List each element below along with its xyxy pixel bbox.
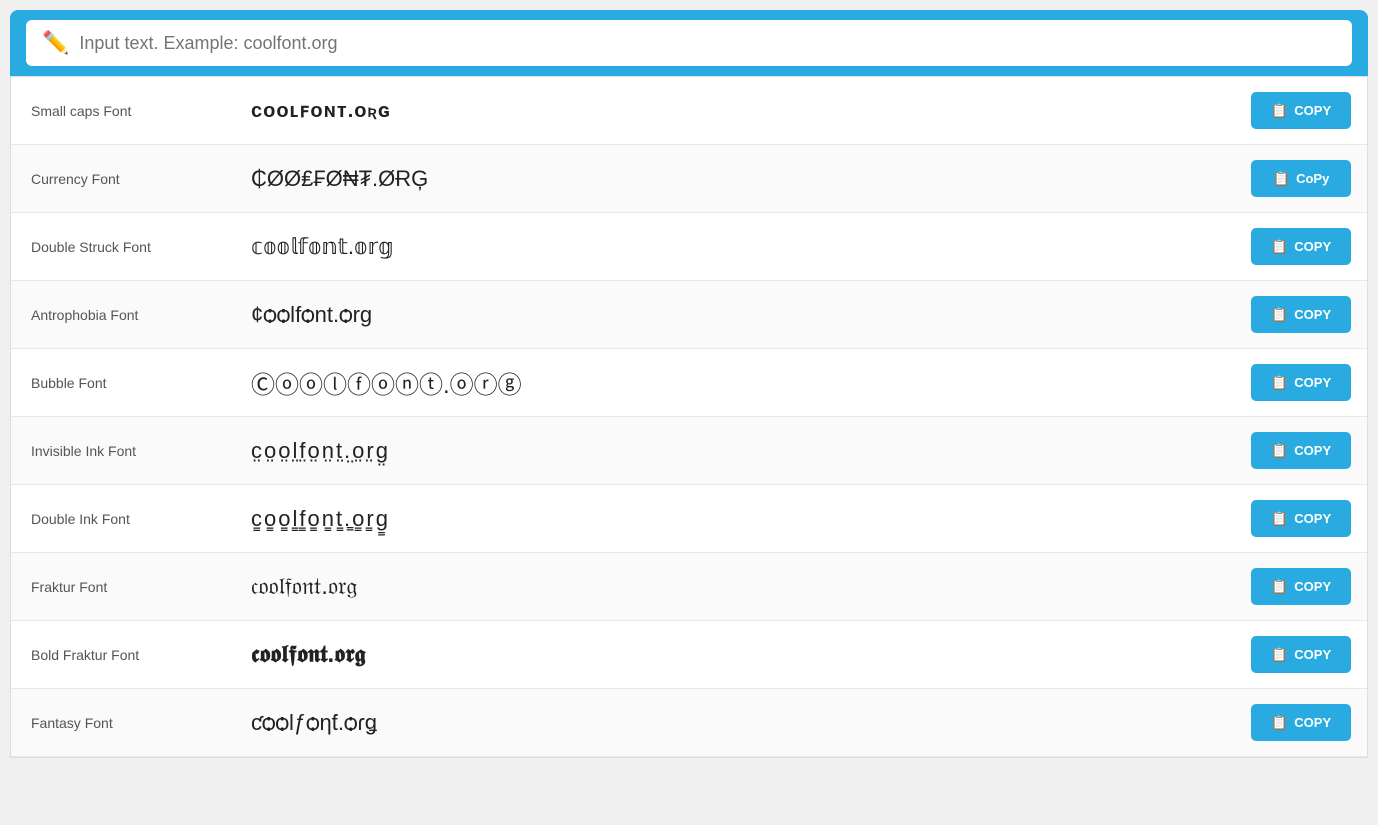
- copy-button[interactable]: 📋 COPY: [1251, 704, 1351, 741]
- font-label: Double Ink Font: [11, 495, 231, 543]
- font-preview: 𝔠𝔬𝔬𝔩𝔣𝔬𝔫𝔱.𝔬𝔯𝔤: [231, 557, 1235, 617]
- header: ✏️: [10, 10, 1368, 76]
- table-row: Currency Font₵ØØ₤₣Ø₦₮.ØɌĢ 📋 CoPy: [11, 145, 1367, 213]
- copy-button[interactable]: 📋 COPY: [1251, 296, 1351, 333]
- font-preview: ₵ØØ₤₣Ø₦₮.ØɌĢ: [231, 150, 1235, 208]
- font-preview: c̤o̤o̤l̤f̤o̤n̤t̤.̤o̤r̤g̤: [231, 422, 1235, 480]
- table-row: Antrophobia Font¢ѻѻlfѻnt.ѻrg 📋 COPY: [11, 281, 1367, 349]
- copy-label: COPY: [1294, 239, 1331, 254]
- table-row: Fantasy FontƈѻѻƖƒѻƞƭ.ѻɾǥ 📋 COPY: [11, 689, 1367, 757]
- font-preview: ¢ѻѻlfѻnt.ѻrg: [231, 286, 1235, 344]
- copy-icon: 📋: [1271, 510, 1288, 527]
- table-row: Invisible Ink Fontc̤o̤o̤l̤f̤o̤n̤t̤.̤o̤r̤…: [11, 417, 1367, 485]
- copy-icon: 📋: [1271, 646, 1288, 663]
- font-label: Antrophobia Font: [11, 291, 231, 339]
- copy-icon: 📋: [1271, 442, 1288, 459]
- copy-button[interactable]: 📋 CoPy: [1251, 160, 1351, 197]
- copy-icon: 📋: [1271, 238, 1288, 255]
- copy-button[interactable]: 📋 COPY: [1251, 432, 1351, 469]
- pencil-icon: ✏️: [42, 30, 69, 56]
- copy-label: COPY: [1294, 375, 1331, 390]
- copy-icon: 📋: [1271, 714, 1288, 731]
- copy-button[interactable]: 📋 COPY: [1251, 228, 1351, 265]
- table-row: Double Ink Fontc̳o̳o̳l̳f̳o̳n̳t̳.̳o̳r̳g̳ 📋…: [11, 485, 1367, 553]
- copy-icon: 📋: [1271, 102, 1288, 119]
- copy-label: COPY: [1294, 307, 1331, 322]
- font-label: Bubble Font: [11, 359, 231, 407]
- font-preview: 𝖈𝖔𝖔𝖑𝖋𝖔𝖓𝖙.𝖔𝖗𝖌: [231, 625, 1235, 685]
- font-label: Fraktur Font: [11, 563, 231, 611]
- copy-label: COPY: [1294, 647, 1331, 662]
- font-preview: ƈѻѻƖƒѻƞƭ.ѻɾǥ: [231, 694, 1235, 752]
- copy-button[interactable]: 📋 COPY: [1251, 568, 1351, 605]
- font-label: Small caps Font: [11, 87, 231, 135]
- copy-button[interactable]: 📋 COPY: [1251, 364, 1351, 401]
- font-label: Currency Font: [11, 155, 231, 203]
- font-label: Double Struck Font: [11, 223, 231, 271]
- search-input[interactable]: [79, 33, 1336, 54]
- copy-icon: 📋: [1271, 374, 1288, 391]
- font-label: Bold Fraktur Font: [11, 631, 231, 679]
- copy-icon: 📋: [1273, 170, 1290, 187]
- copy-label: COPY: [1294, 715, 1331, 730]
- copy-button[interactable]: 📋 COPY: [1251, 636, 1351, 673]
- copy-label: COPY: [1294, 511, 1331, 526]
- copy-label: COPY: [1294, 579, 1331, 594]
- table-row: Fraktur Font𝔠𝔬𝔬𝔩𝔣𝔬𝔫𝔱.𝔬𝔯𝔤 📋 COPY: [11, 553, 1367, 621]
- table-row: Double Struck Font𝕔𝕠𝕠𝕝𝕗𝕠𝕟𝕥.𝕠𝕣𝕘 📋 COPY: [11, 213, 1367, 281]
- copy-label: COPY: [1294, 103, 1331, 118]
- font-preview: Ⓒⓞⓞⓛⓕⓞⓝⓣ.ⓞⓡⓖ: [231, 349, 1235, 416]
- search-bar: ✏️: [26, 20, 1352, 66]
- font-preview: c̳o̳o̳l̳f̳o̳n̳t̳.̳o̳r̳g̳: [231, 490, 1235, 548]
- table-row: Bubble FontⒸⓞⓞⓛⓕⓞⓝⓣ.ⓞⓡⓖ 📋 COPY: [11, 349, 1367, 417]
- font-preview: 𝕔𝕠𝕠𝕝𝕗𝕠𝕟𝕥.𝕠𝕣𝕘: [231, 218, 1235, 276]
- font-label: Invisible Ink Font: [11, 427, 231, 475]
- copy-icon: 📋: [1271, 578, 1288, 595]
- font-preview: ᴄᴏᴏʟꜰᴏɴᴛ.ᴏʀɢ: [231, 82, 1235, 139]
- font-label: Fantasy Font: [11, 699, 231, 747]
- font-table: Small caps Fontᴄᴏᴏʟꜰᴏɴᴛ.ᴏʀɢ 📋 COPY Currency…: [10, 76, 1368, 758]
- table-row: Bold Fraktur Font𝖈𝖔𝖔𝖑𝖋𝖔𝖓𝖙.𝖔𝖗𝖌 📋 COPY: [11, 621, 1367, 689]
- table-row: Small caps Fontᴄᴏᴏʟꜰᴏɴᴛ.ᴏʀɢ 📋 COPY: [11, 77, 1367, 145]
- copy-button[interactable]: 📋 COPY: [1251, 500, 1351, 537]
- copy-label: COPY: [1294, 443, 1331, 458]
- copy-label: CoPy: [1296, 171, 1329, 186]
- copy-icon: 📋: [1271, 306, 1288, 323]
- copy-button[interactable]: 📋 COPY: [1251, 92, 1351, 129]
